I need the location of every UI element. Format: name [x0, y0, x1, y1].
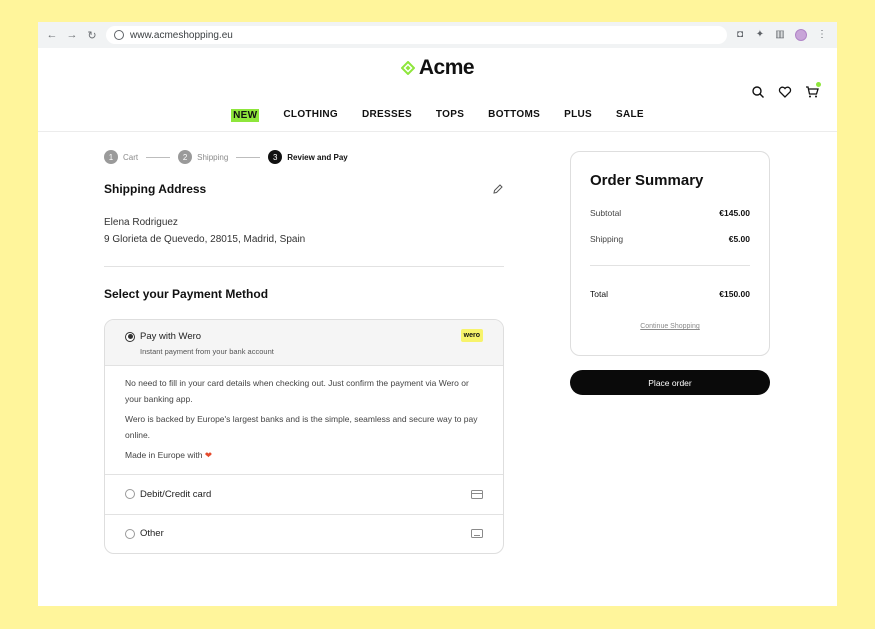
- subtotal-row: Subtotal €145.00: [590, 208, 750, 218]
- place-order-button[interactable]: Place order: [570, 370, 770, 395]
- shipping-value: €5.00: [728, 234, 750, 244]
- card-radio[interactable]: [125, 489, 135, 499]
- address-line: 9 Glorieta de Quevedo, 28015, Madrid, Sp…: [104, 234, 306, 245]
- wero-description: No need to fill in your card details whe…: [105, 366, 503, 475]
- order-summary-title: Order Summary: [590, 172, 704, 189]
- total-label: Total: [590, 289, 608, 299]
- wero-label: Pay with Wero: [140, 331, 202, 342]
- credit-card-icon: [471, 489, 483, 499]
- wero-desc-1: No need to fill in your card details whe…: [125, 378, 469, 404]
- cart-badge: [816, 82, 821, 87]
- recipient-name: Elena Rodriguez: [104, 217, 178, 228]
- subtotal-value: €145.00: [719, 208, 750, 218]
- cart-button[interactable]: [805, 82, 821, 99]
- nav-item-dresses[interactable]: DRESSES: [362, 109, 412, 122]
- heart-icon: ❤: [204, 450, 212, 460]
- wero-radio[interactable]: [125, 331, 135, 342]
- payment-option-other[interactable]: Other: [105, 513, 503, 553]
- edit-pencil-icon[interactable]: [492, 183, 504, 195]
- payment-option-card[interactable]: Debit/Credit card: [105, 475, 503, 514]
- step-connector: [146, 156, 171, 158]
- site-info-icon[interactable]: [114, 30, 124, 40]
- other-label: Other: [140, 528, 164, 539]
- logo-text: Acme: [418, 56, 475, 79]
- card-label: Debit/Credit card: [140, 488, 212, 500]
- sidepanel-icon[interactable]: ▥: [775, 30, 785, 40]
- acme-logo[interactable]: Acme: [38, 56, 837, 80]
- summary-divider: [590, 265, 750, 266]
- payment-method-title: Select your Payment Method: [104, 287, 269, 301]
- wero-desc-3: Made in Europe with: [125, 450, 203, 460]
- subtotal-label: Subtotal: [590, 208, 622, 218]
- step-number: 1: [104, 150, 118, 164]
- wallet-icon: [471, 529, 483, 538]
- payment-option-wero[interactable]: Pay with Wero Instant payment from your …: [105, 320, 503, 366]
- address-bar[interactable]: www.acmeshopping.eu: [106, 26, 727, 44]
- step-cart[interactable]: Cart: [123, 153, 138, 162]
- search-icon[interactable]: [751, 85, 765, 99]
- profile-avatar[interactable]: [795, 29, 807, 41]
- logo-diamond-icon: [400, 61, 415, 75]
- menu-kebab-icon[interactable]: ⋮: [817, 30, 827, 40]
- browser-window: ← → ↻ www.acmeshopping.eu ◘ ✦ ▥ ⋮ Acme N…: [38, 22, 837, 606]
- nav-item-tops[interactable]: TOPS: [436, 109, 464, 122]
- checkout-stepper: 1 Cart 2 Shipping 3 Review and Pay: [104, 150, 348, 164]
- wishlist-heart-icon[interactable]: [778, 85, 792, 99]
- step-number-active: 3: [268, 150, 283, 164]
- site-header: Acme NEW CLOTHING DRESSES TOPS BOTTOMS P…: [38, 48, 837, 132]
- main-nav: NEW CLOTHING DRESSES TOPS BOTTOMS PLUS S…: [38, 109, 837, 122]
- wero-desc-3-line: Made in Europe with ❤: [125, 448, 483, 464]
- wero-subtitle: Instant payment from your bank account: [140, 347, 274, 356]
- nav-item-bottoms[interactable]: BOTTOMS: [488, 109, 540, 122]
- step-connector: [236, 156, 261, 158]
- step-shipping[interactable]: Shipping: [197, 153, 228, 162]
- reload-icon[interactable]: ↻: [86, 29, 98, 42]
- camera-icon[interactable]: ◘: [735, 30, 745, 40]
- extensions-icon[interactable]: ✦: [755, 30, 765, 40]
- back-icon[interactable]: ←: [46, 29, 58, 41]
- url-text: www.acmeshopping.eu: [130, 29, 233, 41]
- other-radio[interactable]: [125, 528, 135, 539]
- total-row: Total €150.00: [590, 289, 750, 299]
- nav-item-new[interactable]: NEW: [231, 109, 260, 122]
- shipping-label: Shipping: [590, 234, 624, 244]
- wero-desc-2: Wero is backed by Europe's largest banks…: [125, 414, 478, 440]
- continue-shopping-link[interactable]: Continue Shopping: [590, 323, 750, 330]
- nav-item-sale[interactable]: SALE: [616, 109, 644, 122]
- browser-toolbar: ← → ↻ www.acmeshopping.eu ◘ ✦ ▥ ⋮: [38, 22, 837, 48]
- total-value: €150.00: [719, 289, 750, 299]
- shipping-address: Elena Rodriguez 9 Glorieta de Quevedo, 2…: [104, 214, 504, 248]
- order-summary: Order Summary Subtotal €145.00 Shipping …: [570, 151, 770, 356]
- shipping-row: Shipping €5.00: [590, 234, 750, 244]
- nav-item-clothing[interactable]: CLOTHING: [283, 109, 338, 122]
- forward-icon[interactable]: →: [66, 29, 78, 41]
- step-number: 2: [178, 150, 193, 164]
- payment-options: Pay with Wero Instant payment from your …: [104, 319, 504, 554]
- nav-item-plus[interactable]: PLUS: [564, 109, 592, 122]
- wero-logo: wero: [460, 329, 483, 342]
- shipping-address-title: Shipping Address: [104, 182, 207, 196]
- cart-icon: [806, 86, 819, 98]
- checkout-main: Shipping Address Elena Rodriguez 9 Glori…: [104, 182, 504, 554]
- divider: [104, 266, 504, 267]
- step-review-and-pay: Review and Pay: [287, 152, 348, 162]
